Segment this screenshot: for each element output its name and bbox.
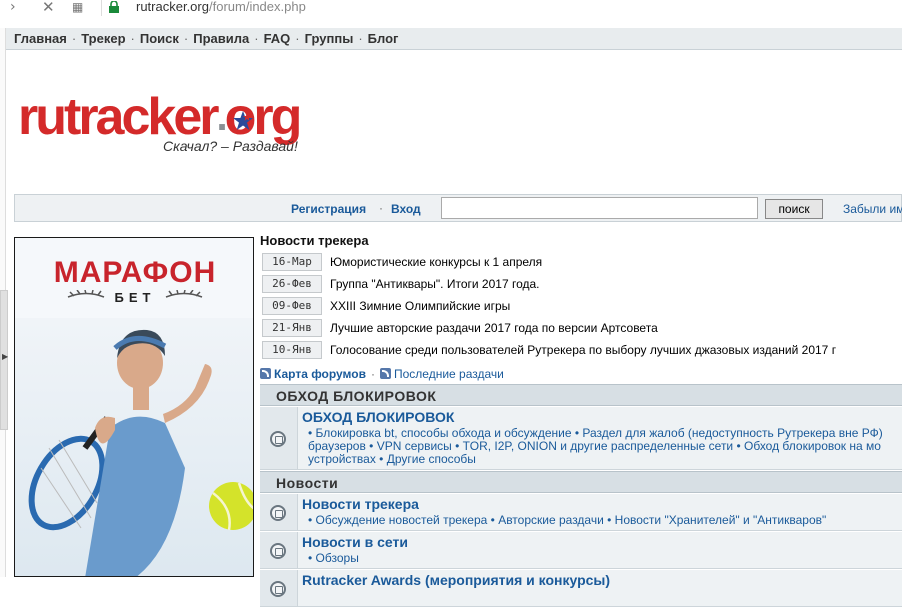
subforum-list: • Обсуждение новостей трекера • Авторски…	[308, 514, 902, 527]
forum-status-icon	[270, 580, 286, 597]
menu-item[interactable]: Блог	[368, 31, 399, 46]
latest-torrents-link[interactable]: Последние раздачи	[394, 367, 504, 381]
subforum-list: • Обзоры	[308, 552, 902, 565]
register-link[interactable]: Регистрация	[291, 202, 366, 216]
logo-slogan: Скачал? – Раздавай!	[163, 138, 298, 154]
login-link[interactable]: Вход	[391, 202, 421, 216]
forgot-password-link[interactable]: Забыли им	[843, 202, 902, 216]
ad-brand-sub: БЕТ	[15, 289, 253, 305]
forum-status-icon	[270, 504, 286, 521]
toolbar-divider	[101, 0, 102, 16]
browser-toolbar: › ✕ ▦ rutracker.org/forum/index.php	[0, 0, 902, 18]
rss-icon	[260, 368, 271, 379]
menu-separator: ·	[295, 31, 300, 46]
news-title-link[interactable]: Группа "Антиквары". Итоги 2017 года.	[330, 277, 539, 291]
forum-map-links: Карта форумов · Последние раздачи	[260, 367, 504, 381]
forum-map-link[interactable]: Карта форумов	[274, 367, 366, 381]
news-date: 09-Фев	[262, 297, 322, 315]
forum-row: Новости в сети • Обзоры	[260, 532, 902, 569]
laurel-left-icon	[67, 289, 105, 298]
menu-separator: ·	[358, 31, 363, 46]
login-search-bar: Регистрация · Вход поиск Забыли им	[14, 194, 902, 222]
news-heading: Новости трекера	[260, 233, 369, 248]
menu-item[interactable]: Правила	[193, 31, 249, 46]
address-bar[interactable]: rutracker.org/forum/index.php	[136, 0, 306, 14]
main-menu: Главная · Трекер · Поиск · Правила · FAQ · Группы ·…	[6, 28, 902, 50]
subforum-links-line[interactable]: устройствах • Другие способы	[308, 453, 902, 466]
expand-arrow-icon[interactable]: ▶	[2, 352, 8, 361]
subforum-links-line[interactable]: • Обзоры	[308, 552, 902, 565]
menu-separator: ·	[71, 31, 77, 46]
news-title-link[interactable]: XXIII Зимние Олимпийские игры	[330, 299, 510, 313]
news-date: 10-Янв	[262, 341, 322, 359]
category-header[interactable]: Новости	[260, 471, 902, 493]
url-path: /forum/index.php	[208, 0, 306, 14]
news-date: 16-Мар	[262, 253, 322, 271]
forum-icon-cell	[260, 532, 298, 568]
lock-icon	[109, 1, 119, 13]
subforum-list: • Блокировка bt, способы обхода и обсужд…	[308, 427, 902, 466]
forum-status-icon	[270, 542, 286, 559]
logo-star-icon	[233, 111, 253, 130]
rss-icon	[380, 368, 391, 379]
forum-name-link[interactable]: Rutracker Awards (мероприятия и конкурсы…	[302, 572, 610, 588]
forum-row: Rutracker Awards (мероприятия и конкурсы…	[260, 570, 902, 607]
news-item: 16-Мар Юмористические конкурсы к 1 апреля	[260, 253, 902, 273]
ad-bet-label: БЕТ	[114, 290, 156, 305]
login-separator: ·	[379, 201, 383, 215]
subforum-links-line[interactable]: • Обсуждение новостей трекера • Авторски…	[308, 514, 902, 527]
url-host: rutracker.org	[136, 0, 209, 14]
ad-brand: МАРАФОН	[53, 256, 217, 289]
menu-separator: ·	[130, 31, 135, 46]
forum-row: Новости трекера • Обсуждение новостей тре…	[260, 494, 902, 531]
news-title-link[interactable]: Юмористические конкурсы к 1 апреля	[330, 255, 542, 269]
category-header[interactable]: ОБХОД БЛОКИРОВОК	[260, 384, 902, 406]
menu-item[interactable]: Группы	[305, 31, 354, 46]
apps-grid-icon[interactable]: ▦	[72, 0, 83, 14]
forum-row: ОБХОД БЛОКИРОВОК • Блокировка bt, способы…	[260, 407, 902, 470]
forum-icon-cell	[260, 407, 298, 469]
menu-separator: ·	[183, 31, 189, 46]
ad-banner[interactable]: МАРАФОН БЕТ	[14, 237, 254, 577]
menu-item[interactable]: Трекер	[81, 31, 125, 46]
news-item: 09-Фев XXIII Зимние Олимпийские игры	[260, 297, 902, 317]
forum-status-icon	[270, 430, 286, 447]
news-item: 26-Фев Группа "Антиквары". Итоги 2017 год…	[260, 275, 902, 295]
news-item: 21-Янв Лучшие авторские раздачи 2017 года…	[260, 319, 902, 339]
menu-item[interactable]: FAQ	[264, 31, 291, 46]
forum-icon-cell	[260, 494, 298, 530]
news-title-link[interactable]: Голосование среди пользователей Рутрекер…	[330, 343, 836, 357]
search-button[interactable]: поиск	[765, 199, 823, 219]
news-title-link[interactable]: Лучшие авторские раздачи 2017 года по ве…	[330, 321, 658, 335]
close-tab-icon[interactable]: ✕	[42, 0, 55, 15]
menu-item[interactable]: Поиск	[140, 31, 179, 46]
news-date: 21-Янв	[262, 319, 322, 337]
forum-name-link[interactable]: Новости в сети	[302, 534, 408, 550]
menu-item[interactable]: Главная	[14, 31, 67, 46]
laurel-right-icon	[165, 289, 203, 298]
news-item: 10-Янв Голосование среди пользователей Ру…	[260, 341, 902, 361]
news-date: 26-Фев	[262, 275, 322, 293]
search-input[interactable]	[441, 197, 758, 219]
tennis-player-image	[28, 329, 253, 576]
forum-name-link[interactable]: ОБХОД БЛОКИРОВОК	[302, 409, 454, 425]
site-logo[interactable]: rutracker.org	[18, 91, 302, 143]
menu-separator: ·	[254, 31, 259, 46]
forum-icon-cell	[260, 570, 298, 606]
forward-icon[interactable]: ›	[10, 0, 16, 14]
forum-name-link[interactable]: Новости трекера	[302, 496, 419, 512]
